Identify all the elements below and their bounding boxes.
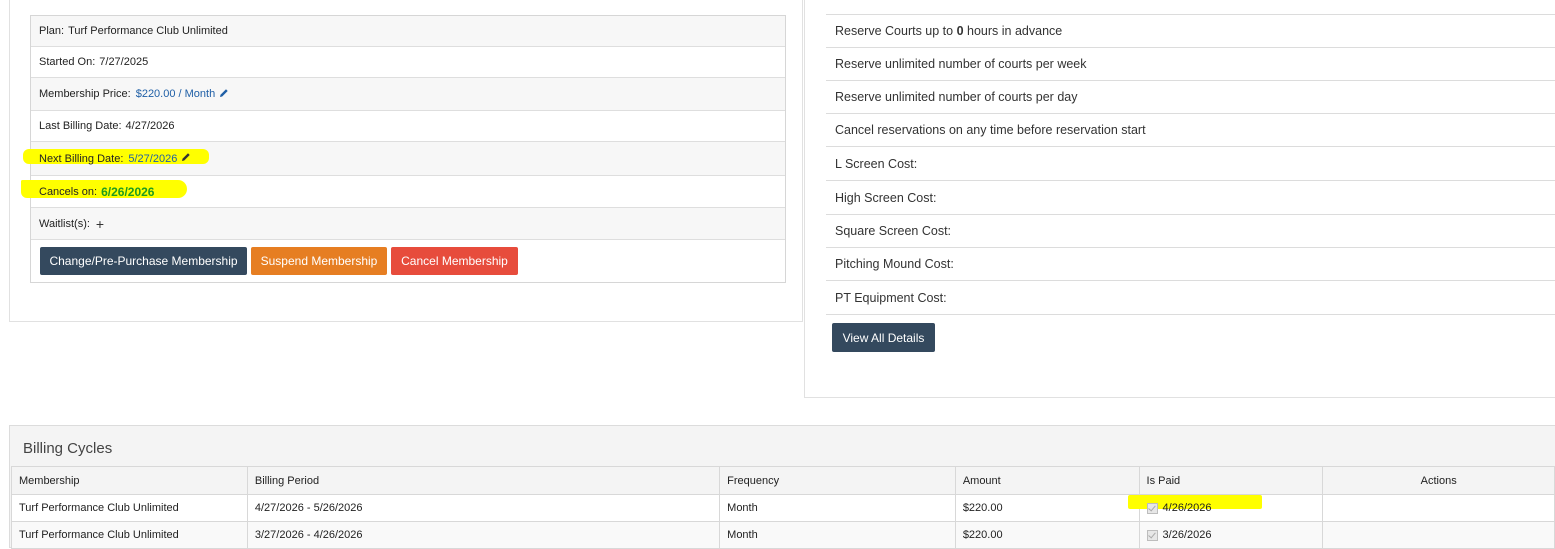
price-row: Membership Price: $220.00 / Month (31, 78, 785, 111)
cell-actions (1322, 494, 1555, 522)
pencil-icon[interactable] (219, 88, 229, 101)
reserve-hours: 0 (956, 24, 964, 38)
billing-title: Billing Cycles (23, 440, 113, 457)
plus-icon[interactable]: + (96, 216, 104, 232)
price-label: Membership Price: (39, 88, 131, 100)
change-membership-button[interactable]: Change/Pre-Purchase Membership (40, 247, 247, 275)
suspend-membership-button[interactable]: Suspend Membership (251, 247, 387, 275)
cell-amount: $220.00 (954, 521, 1140, 549)
cancels-row: Cancels on: 6/26/2026 (21, 176, 785, 208)
benefit-text: Pitching Mound Cost: (835, 257, 954, 271)
benefits-panel: Reserve Courts up to 0 hours in advance … (804, 0, 1555, 398)
paid-date: 4/26/2026 (1162, 502, 1212, 514)
paid-date: 3/26/2026 (1162, 529, 1212, 541)
cancels-label: Cancels on: (39, 185, 98, 198)
cell-membership: Turf Performance Club Unlimited (11, 521, 248, 549)
benefit-item: High Screen Cost: (826, 182, 1555, 215)
cell-frequency: Month (719, 494, 956, 522)
last-billing-row: Last Billing Date: 4/27/2026 (31, 111, 785, 142)
cell-membership: Turf Performance Club Unlimited (11, 494, 248, 522)
pencil-icon[interactable] (181, 152, 191, 165)
benefit-text: Reserve unlimited number of courts per w… (835, 57, 1087, 71)
column-header[interactable]: Membership (11, 466, 248, 495)
started-value: 7/27/2025 (99, 56, 149, 68)
benefit-item: Square Screen Cost: (826, 215, 1555, 248)
column-header[interactable]: Billing Period (246, 466, 721, 495)
benefit-text: Reserve unlimited number of courts per d… (835, 90, 1078, 104)
billing-cycles-panel: Billing Cycles Membership Billing Period… (9, 425, 1555, 549)
cell-frequency: Month (719, 521, 956, 549)
benefit-text: High Screen Cost: (835, 191, 937, 205)
benefit-text: Cancel reservations on any time before r… (835, 123, 1146, 137)
started-label: Started On: (39, 56, 96, 68)
cell-is-paid: 4/26/2026 (1127, 494, 1324, 522)
benefit-text: Square Screen Cost: (835, 224, 952, 238)
benefit-text: L Screen Cost: (835, 157, 918, 171)
benefit-item: Reserve unlimited number of courts per w… (826, 48, 1555, 81)
next-billing-row: Next Billing Date: 5/27/2026 (23, 142, 785, 176)
last-billing-value: 4/27/2026 (125, 120, 175, 132)
cell-period: 4/27/2026 - 5/26/2026 (246, 494, 721, 522)
table-row: Turf Performance Club Unlimited 4/27/202… (11, 494, 1555, 522)
table-row: Turf Performance Club Unlimited 3/27/202… (11, 521, 1555, 549)
next-billing-value[interactable]: 5/27/2026 (128, 153, 177, 165)
checkbox-checked-icon (1146, 529, 1158, 541)
waitlist-row: Waitlist(s): + (31, 208, 785, 240)
billing-table: Membership Billing Period Frequency Amou… (11, 466, 1555, 549)
membership-panel: Plan: Turf Performance Club Unlimited St… (9, 0, 803, 322)
benefit-item: PT Equipment Cost: (826, 282, 1555, 315)
plan-label: Plan: (39, 25, 65, 37)
benefit-item: Pitching Mound Cost: (826, 248, 1555, 281)
cancels-value: 6/26/2026 (101, 184, 155, 199)
reserve-suffix: hours in advance (963, 24, 1063, 38)
started-row: Started On: 7/27/2025 (31, 47, 785, 78)
benefit-item: Cancel reservations on any time before r… (826, 114, 1555, 147)
cancel-membership-button[interactable]: Cancel Membership (391, 247, 518, 275)
plan-value: Turf Performance Club Unlimited (68, 25, 228, 37)
benefit-item: Reserve unlimited number of courts per d… (826, 81, 1555, 114)
last-billing-label: Last Billing Date: (39, 120, 122, 132)
waitlist-label: Waitlist(s): (39, 217, 90, 230)
checkbox-checked-icon (1146, 502, 1158, 514)
plan-row: Plan: Turf Performance Club Unlimited (31, 16, 785, 47)
next-billing-label: Next Billing Date: (39, 152, 124, 165)
price-value[interactable]: $220.00 / Month (136, 88, 216, 100)
table-header-row: Membership Billing Period Frequency Amou… (11, 466, 1555, 495)
benefit-text: PT Equipment Cost: (835, 291, 947, 305)
cell-period: 3/27/2026 - 4/26/2026 (246, 521, 721, 549)
cell-is-paid: 3/26/2026 (1138, 521, 1324, 549)
cell-actions (1322, 521, 1555, 549)
benefit-reserve-advance: Reserve Courts up to 0 hours in advance (826, 15, 1555, 48)
benefit-item: L Screen Cost: (826, 148, 1555, 181)
view-all-details-button[interactable]: View All Details (832, 323, 935, 352)
membership-details: Plan: Turf Performance Club Unlimited St… (21, 15, 786, 283)
column-header[interactable]: Frequency (719, 466, 956, 495)
cell-amount: $220.00 (954, 494, 1140, 522)
reserve-prefix: Reserve Courts up to (835, 24, 957, 38)
column-header: Actions (1322, 466, 1555, 495)
benefits-top-border (826, 0, 1555, 15)
column-header[interactable]: Amount (954, 466, 1140, 495)
column-header[interactable]: Is Paid (1138, 466, 1324, 495)
